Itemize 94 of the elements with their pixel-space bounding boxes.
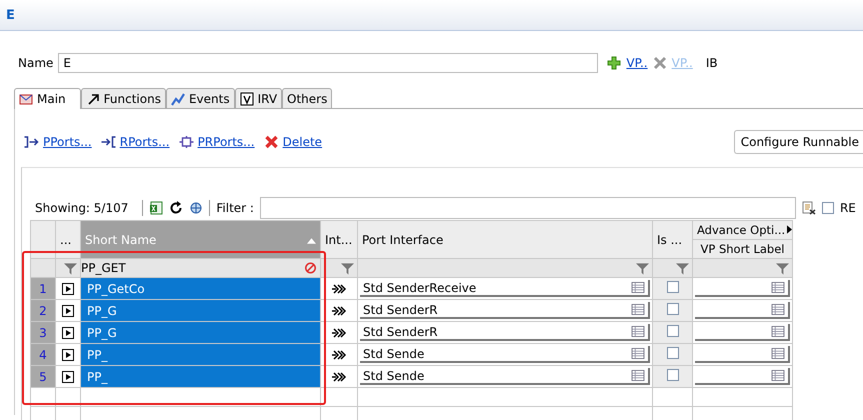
port-both-icon (178, 135, 195, 149)
arrow-icon (86, 92, 100, 106)
showing-count: Showing: 5/107 (35, 201, 128, 215)
play-icon[interactable] (62, 349, 74, 362)
vp-link[interactable]: VP.. (626, 56, 648, 70)
port-interface-field[interactable]: Std SenderReceive (360, 280, 650, 297)
row-number: 4 (30, 344, 56, 366)
clear-filter-icon[interactable] (802, 201, 816, 215)
table-icon[interactable] (771, 304, 785, 315)
port-out-icon (23, 135, 40, 149)
name-label: Name (18, 56, 54, 70)
filter-icon[interactable] (776, 262, 789, 275)
port-interface-field[interactable]: Std SenderR (360, 302, 650, 319)
play-icon[interactable] (62, 371, 74, 384)
table-icon[interactable] (631, 348, 645, 359)
port-interface-field[interactable]: Std SenderR (360, 324, 650, 341)
filter-icon[interactable] (636, 262, 649, 275)
tab[interactable]: IRV (234, 88, 282, 108)
double-arrow-icon (331, 305, 347, 318)
tab[interactable]: Events (166, 88, 235, 108)
sort-ascending-icon (307, 238, 316, 244)
column-header[interactable]: Is ... (652, 220, 692, 258)
vp-label-field[interactable] (695, 368, 790, 385)
row-number: 1 (30, 278, 56, 300)
column-header[interactable]: Int... (320, 220, 358, 258)
window-title: E (6, 8, 15, 22)
filter-icon[interactable] (64, 262, 77, 275)
port-interface-field[interactable]: Std Sende (360, 346, 650, 363)
plus-icon (607, 56, 622, 70)
action-link[interactable]: RPorts... (100, 135, 170, 149)
letter-box-icon (240, 92, 254, 106)
globe-icon[interactable] (189, 201, 204, 215)
play-icon[interactable] (62, 327, 74, 340)
vp-label-field[interactable] (695, 324, 790, 341)
chart-line-icon (170, 92, 185, 106)
row-checkbox[interactable] (666, 281, 678, 293)
vp-label-field[interactable] (695, 346, 790, 363)
re-checkbox[interactable] (822, 202, 834, 214)
envelope-icon (19, 92, 33, 106)
table-icon[interactable] (771, 282, 785, 293)
column-header[interactable]: Port Interface (358, 220, 652, 258)
vp-label-field[interactable] (695, 302, 790, 319)
configure-runnable-button[interactable]: Configure Runnable (734, 130, 863, 154)
cross-icon (652, 56, 667, 70)
table-cell[interactable]: PP_ (80, 344, 320, 366)
refresh-icon[interactable] (169, 201, 184, 215)
tab[interactable]: Others (282, 88, 332, 108)
row-checkbox[interactable] (666, 369, 678, 381)
tab[interactable]: Main (14, 88, 81, 109)
table-icon[interactable] (631, 304, 645, 315)
no-entry-icon[interactable] (304, 262, 317, 274)
name-field[interactable]: E (58, 53, 598, 73)
table-cell[interactable]: PP_GetCo (80, 278, 320, 300)
row-checkbox[interactable] (666, 325, 678, 337)
play-icon[interactable] (62, 305, 74, 318)
port-in-icon (100, 135, 117, 149)
table-cell[interactable]: PP_G (80, 322, 320, 344)
filter-value[interactable]: PP_GET (82, 261, 126, 275)
tab[interactable]: Functions (80, 88, 166, 108)
column-header[interactable]: ... (56, 220, 80, 258)
filter-icon[interactable] (341, 262, 354, 275)
table-icon[interactable] (631, 282, 645, 293)
port-interface-field[interactable]: Std Sende (360, 368, 650, 385)
action-link[interactable]: PRPorts... (178, 135, 255, 149)
table-cell[interactable]: PP_ (80, 366, 320, 388)
spreadsheet-icon[interactable] (149, 201, 164, 215)
vp-label-field[interactable] (695, 280, 790, 297)
filter-field[interactable] (260, 197, 796, 219)
re-label: RE (840, 201, 856, 215)
row-checkbox[interactable] (666, 303, 678, 315)
table-cell[interactable]: PP_G (80, 300, 320, 322)
table-icon[interactable] (771, 326, 785, 337)
delete-icon (262, 135, 280, 149)
double-arrow-icon (331, 283, 347, 296)
column-group-header[interactable]: Advance Opti... (692, 220, 792, 240)
table-icon[interactable] (771, 370, 785, 381)
row-number: 2 (30, 300, 56, 322)
double-arrow-icon (331, 371, 347, 384)
expand-icon (787, 225, 792, 234)
double-arrow-icon (331, 349, 347, 362)
row-number: 3 (30, 322, 56, 344)
play-icon[interactable] (62, 283, 74, 296)
double-arrow-icon (331, 327, 347, 340)
table-icon[interactable] (631, 326, 645, 337)
table-icon[interactable] (631, 370, 645, 381)
filter-label: Filter : (216, 201, 254, 215)
action-link[interactable]: PPorts... (23, 135, 92, 149)
table-icon[interactable] (771, 348, 785, 359)
action-link[interactable]: Delete (262, 135, 322, 149)
row-checkbox[interactable] (666, 347, 678, 359)
row-number: 5 (30, 366, 56, 388)
ib-label: IB (706, 56, 718, 70)
filter-icon[interactable] (676, 262, 689, 275)
column-header[interactable]: VP Short Label (692, 240, 792, 258)
